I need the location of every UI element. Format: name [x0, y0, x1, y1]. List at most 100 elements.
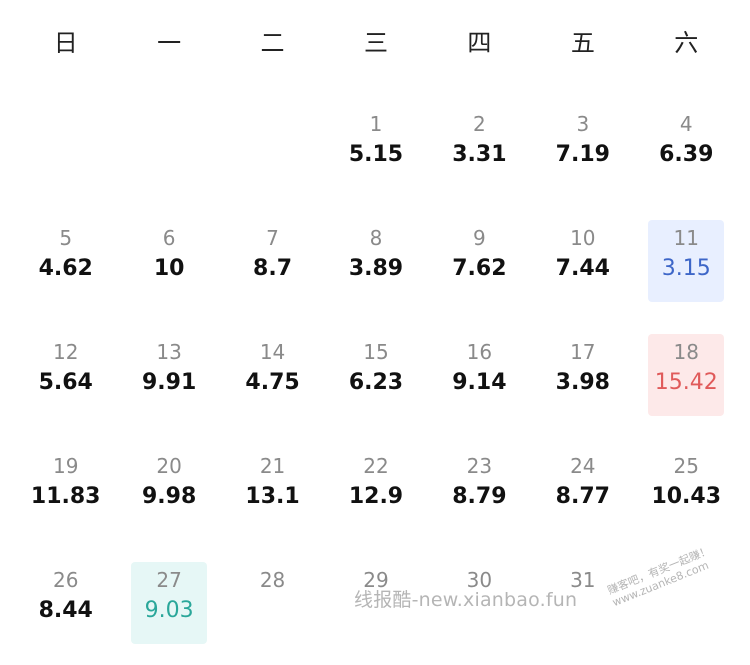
day-value: 8.7 [253, 256, 293, 281]
day-cell[interactable]: 1 5.15 [324, 88, 427, 202]
weekday-label: 一 [157, 29, 182, 57]
day-cell[interactable]: 13 9.91 [117, 316, 220, 430]
day-value: 3.98 [555, 370, 610, 395]
day-number: 8 [369, 226, 383, 250]
day-cell[interactable]: 16 9.14 [428, 316, 531, 430]
day-value: 7.19 [555, 142, 610, 167]
day-box[interactable]: 14 4.75 [235, 334, 311, 416]
day-cell[interactable]: 19 11.83 [14, 430, 117, 544]
day-cell[interactable]: 17 3.98 [531, 316, 634, 430]
day-box[interactable]: 17 3.98 [545, 334, 621, 416]
day-cell[interactable]: 26 8.44 [14, 544, 117, 658]
selected-day-box[interactable]: 18 15.42 [648, 334, 725, 416]
empty-day-cell [117, 88, 220, 202]
day-value: 3.15 [661, 256, 711, 281]
day-cell[interactable]: 2 3.31 [428, 88, 531, 202]
day-value: 4.75 [245, 370, 300, 395]
day-number: 9 [473, 226, 486, 250]
day-value: 7.44 [555, 256, 610, 281]
day-box[interactable]: 28 [235, 562, 311, 644]
day-number: 14 [259, 340, 286, 364]
day-box[interactable]: 26 8.44 [28, 562, 104, 644]
day-cell[interactable]: 20 9.98 [117, 430, 220, 544]
day-number: 19 [52, 454, 79, 478]
day-cell[interactable]: 14 4.75 [221, 316, 324, 430]
day-value: 15.42 [654, 370, 718, 395]
day-cell[interactable]: 4 6.39 [635, 88, 738, 202]
day-cell[interactable]: 6 10 [117, 202, 220, 316]
day-box[interactable]: 3 7.19 [545, 106, 621, 188]
day-value: 7.62 [452, 256, 507, 281]
calendar-week-row: 12 5.64 13 9.91 14 4.75 15 6.23 16 9.14 17 3.98 18 15… [14, 316, 738, 430]
day-value: 10.43 [651, 484, 722, 509]
day-value: 8.77 [555, 484, 610, 509]
day-number: 5 [59, 226, 73, 250]
empty-day-cell [14, 88, 117, 202]
day-value: 9.03 [144, 598, 194, 623]
day-number: 18 [673, 340, 699, 364]
weekday-label: 二 [260, 29, 285, 57]
day-box[interactable]: 7 8.7 [235, 220, 311, 302]
day-box[interactable]: 19 11.83 [28, 448, 104, 530]
day-cell[interactable]: 25 10.43 [635, 430, 738, 544]
day-value: 6.23 [348, 370, 404, 395]
day-number: 10 [570, 226, 596, 250]
day-cell[interactable]: 18 15.42 [635, 316, 738, 430]
day-cell[interactable]: 10 7.44 [531, 202, 634, 316]
day-cell[interactable]: 24 8.77 [531, 430, 634, 544]
day-box[interactable]: 10 7.44 [545, 220, 621, 302]
day-number: 11 [673, 226, 699, 250]
day-value: 6.39 [659, 142, 714, 167]
day-box[interactable]: 25 10.43 [648, 448, 724, 530]
day-number: 16 [466, 340, 493, 364]
day-box[interactable]: 24 8.77 [545, 448, 621, 530]
day-box[interactable]: 20 9.98 [131, 448, 207, 530]
day-box[interactable]: 23 8.79 [441, 448, 517, 530]
day-box[interactable]: 22 12.9 [338, 448, 414, 530]
day-cell[interactable]: 11 3.15 [635, 202, 738, 316]
day-cell[interactable]: 23 8.79 [428, 430, 531, 544]
day-number: 27 [156, 568, 182, 592]
day-cell[interactable]: 28 [221, 544, 324, 658]
day-number: 26 [52, 568, 79, 592]
day-box[interactable]: 21 13.1 [235, 448, 311, 530]
day-cell[interactable]: 7 8.7 [221, 202, 324, 316]
day-cell[interactable]: 15 6.23 [324, 316, 427, 430]
day-value: 9.98 [141, 484, 197, 509]
day-cell[interactable]: 8 3.89 [324, 202, 427, 316]
day-number: 15 [363, 340, 389, 364]
day-cell[interactable]: 3 7.19 [531, 88, 634, 202]
day-box[interactable]: 1 5.15 [338, 106, 414, 188]
day-cell[interactable]: 27 9.03 [117, 544, 220, 658]
day-cell[interactable]: 22 12.9 [324, 430, 427, 544]
day-box[interactable]: 15 6.23 [338, 334, 414, 416]
selected-day-box[interactable]: 11 3.15 [648, 220, 725, 302]
selected-day-box[interactable]: 27 9.03 [131, 562, 208, 644]
day-number: 23 [466, 454, 493, 478]
calendar-grid: 1 5.15 2 3.31 3 7.19 4 6.39 5 4.62 6 10 7 8.7 8 3.89 9 7.… [14, 88, 738, 658]
weekday-label: 三 [363, 29, 388, 57]
day-value: 9.14 [452, 370, 507, 395]
day-box[interactable]: 9 7.62 [441, 220, 517, 302]
day-box[interactable]: 5 4.62 [28, 220, 104, 302]
day-cell[interactable]: 9 7.62 [428, 202, 531, 316]
day-cell[interactable]: 12 5.64 [14, 316, 117, 430]
day-box[interactable]: 8 3.89 [338, 220, 414, 302]
day-value: 11.83 [30, 484, 101, 509]
day-box[interactable]: 13 9.91 [131, 334, 207, 416]
day-box[interactable]: 2 3.31 [441, 106, 517, 188]
day-cell[interactable]: 21 13.1 [221, 430, 324, 544]
day-box[interactable]: 16 9.14 [441, 334, 517, 416]
day-number: 12 [52, 340, 79, 364]
weekday-label: 日 [53, 29, 78, 57]
calendar-week-row: 5 4.62 6 10 7 8.7 8 3.89 9 7.62 10 7.44 11 3.15 [14, 202, 738, 316]
day-cell[interactable]: 5 4.62 [14, 202, 117, 316]
day-box[interactable]: 6 10 [131, 220, 207, 302]
day-value: 10 [153, 256, 185, 281]
day-value: 13.1 [245, 484, 300, 509]
day-value: 5.15 [348, 142, 404, 167]
day-box[interactable]: 12 5.64 [28, 334, 104, 416]
calendar-week-row: 19 11.83 20 9.98 21 13.1 22 12.9 23 8.79 24 8.77 25 1… [14, 430, 738, 544]
weekday-label: 五 [570, 29, 595, 57]
day-box[interactable]: 4 6.39 [648, 106, 724, 188]
